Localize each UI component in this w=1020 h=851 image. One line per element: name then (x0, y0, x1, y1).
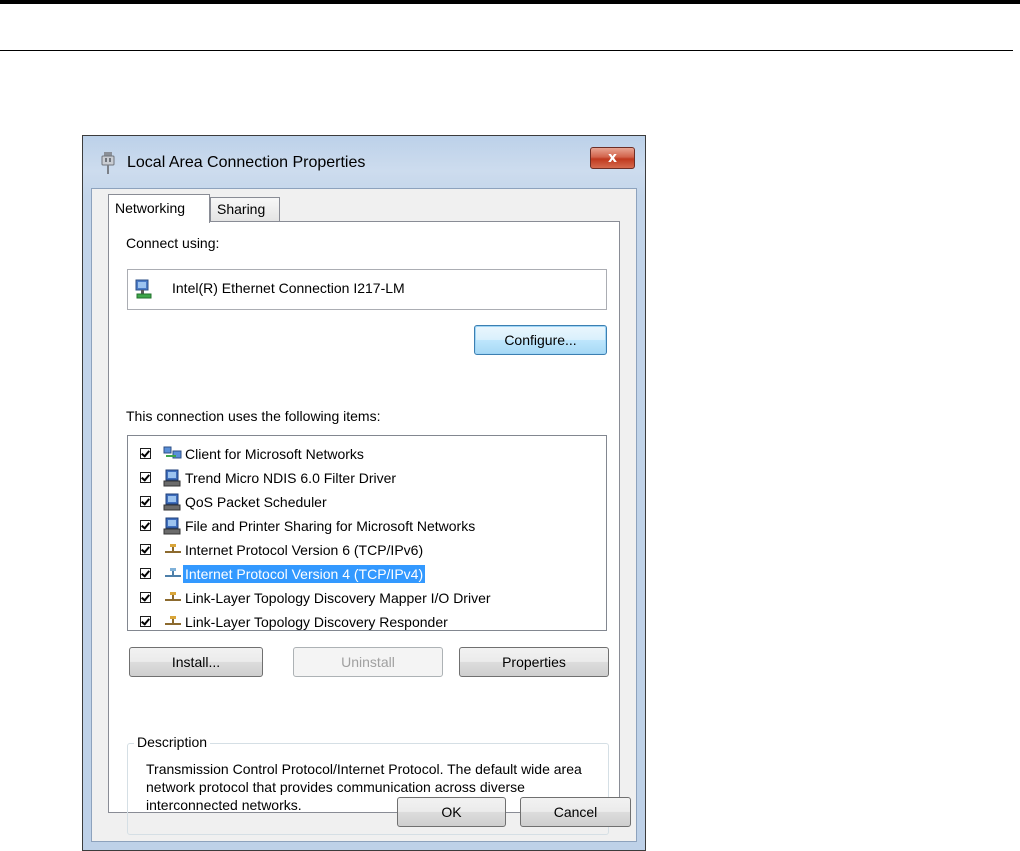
item-label: Client for Microsoft Networks (185, 446, 364, 462)
item-checkbox[interactable] (140, 544, 151, 555)
item-label: Internet Protocol Version 4 (TCP/IPv4) (183, 565, 426, 583)
item-checkbox[interactable] (140, 616, 151, 627)
dialog-client: Networking Sharing Connect using: Intel(… (91, 188, 637, 842)
description-legend: Description (134, 734, 211, 750)
top-rule (0, 0, 1020, 4)
properties-button[interactable]: Properties (459, 647, 609, 677)
tab-sharing[interactable]: Sharing (210, 197, 280, 221)
item-checkbox[interactable] (140, 496, 151, 507)
network-client-icon (163, 446, 182, 459)
network-connection-icon (101, 152, 115, 174)
dialog-title: Local Area Connection Properties (127, 154, 366, 171)
list-item[interactable]: Client for Microsoft Networks (136, 443, 596, 465)
install-button[interactable]: Install... (129, 647, 263, 677)
title-bar[interactable]: Local Area Connection Properties x (83, 136, 645, 190)
item-checkbox[interactable] (140, 568, 151, 579)
list-item[interactable]: Trend Micro NDIS 6.0 Filter Driver (136, 467, 596, 489)
divider-rule (0, 50, 1013, 51)
list-item[interactable]: Internet Protocol Version 6 (TCP/IPv6) (136, 539, 596, 561)
tab-networking-label: Networking (115, 200, 186, 216)
network-adapter-icon (135, 279, 152, 299)
properties-dialog: Local Area Connection Properties x Netwo… (82, 135, 646, 851)
tab-sharing-label: Sharing (217, 201, 266, 217)
item-label: File and Printer Sharing for Microsoft N… (185, 518, 476, 534)
item-label: QoS Packet Scheduler (185, 494, 327, 510)
network-service-icon (163, 517, 181, 535)
tab-networking[interactable]: Networking (108, 194, 210, 223)
connect-using-label: Connect using: (126, 235, 220, 251)
item-checkbox[interactable] (140, 520, 151, 531)
list-item[interactable]: QoS Packet Scheduler (136, 491, 596, 513)
close-button[interactable]: x (590, 147, 635, 169)
list-item[interactable]: Link-Layer Topology Discovery Responder (136, 611, 596, 633)
list-item[interactable]: Link-Layer Topology Discovery Mapper I/O… (136, 587, 596, 609)
protocol-icon (165, 544, 181, 553)
item-checkbox[interactable] (140, 448, 151, 459)
list-item-selected[interactable]: Internet Protocol Version 4 (TCP/IPv4) (136, 563, 596, 585)
protocol-icon (165, 616, 181, 625)
item-label: Trend Micro NDIS 6.0 Filter Driver (185, 470, 397, 486)
ok-button[interactable]: OK (397, 797, 506, 827)
network-service-icon (163, 469, 181, 487)
item-label: Link-Layer Topology Discovery Mapper I/O… (185, 590, 491, 606)
list-item[interactable]: File and Printer Sharing for Microsoft N… (136, 515, 596, 537)
configure-button[interactable]: Configure... (474, 325, 607, 355)
items-label: This connection uses the following items… (126, 408, 381, 424)
item-label: Link-Layer Topology Discovery Responder (185, 614, 448, 630)
cancel-button[interactable]: Cancel (520, 797, 631, 827)
adapter-field: Intel(R) Ethernet Connection I217-LM (127, 269, 607, 310)
item-checkbox[interactable] (140, 592, 151, 603)
adapter-name: Intel(R) Ethernet Connection I217-LM (172, 280, 405, 296)
item-checkbox[interactable] (140, 472, 151, 483)
items-list[interactable]: Client for Microsoft Networks Trend Micr… (127, 435, 607, 631)
protocol-icon (165, 592, 181, 601)
protocol-icon (165, 568, 181, 577)
item-label: Internet Protocol Version 6 (TCP/IPv6) (185, 542, 424, 558)
uninstall-button[interactable]: Uninstall (293, 647, 443, 677)
network-service-icon (163, 493, 181, 511)
networking-panel: Connect using: Intel(R) Ethernet Connect… (108, 221, 620, 835)
close-icon: x (607, 150, 618, 166)
